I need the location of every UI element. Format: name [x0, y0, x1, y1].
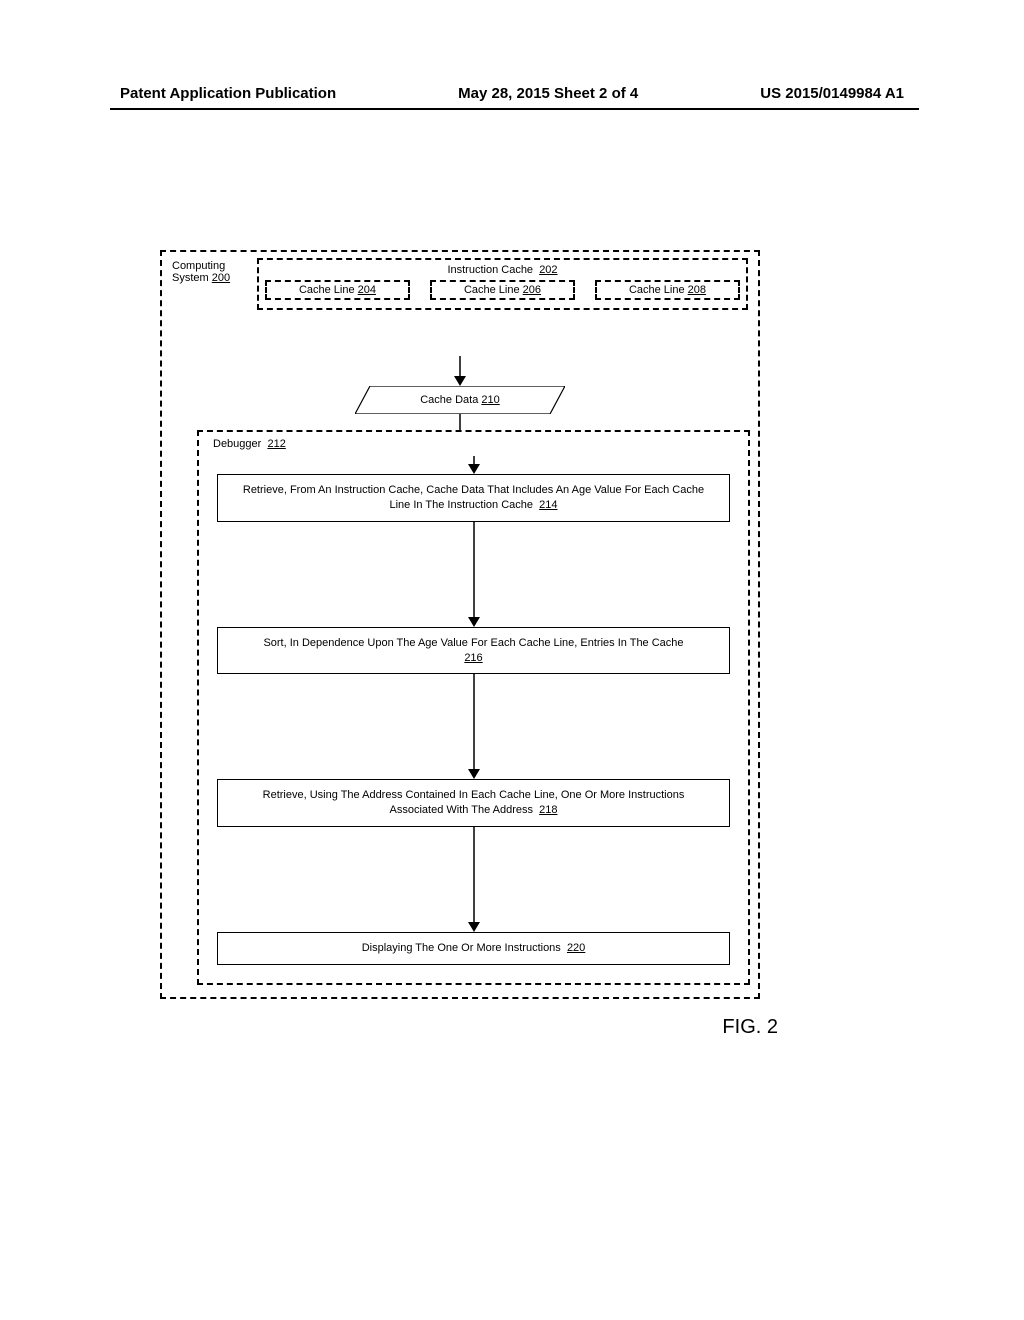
step-220: Displaying The One Or More Instructions …	[217, 932, 730, 965]
step-text: Retrieve, From An Instruction Cache, Cac…	[243, 484, 704, 511]
debugger-label: Debugger 212	[213, 438, 734, 450]
instruction-cache-title: Instruction Cache 202	[265, 264, 740, 276]
cache-line-ref: 208	[688, 284, 706, 296]
header-center: May 28, 2015 Sheet 2 of 4	[458, 85, 638, 102]
step-214: Retrieve, From An Instruction Cache, Cac…	[217, 474, 730, 522]
cache-data-label: Cache Data 210	[355, 386, 565, 414]
instruction-cache-label: Instruction Cache	[447, 264, 533, 276]
debugger-ref: 212	[267, 438, 285, 450]
arrow-down-icon	[213, 674, 734, 779]
header-right: US 2015/0149984 A1	[760, 85, 904, 102]
step-text: Retrieve, Using The Address Contained In…	[263, 789, 685, 816]
step-216: Sort, In Dependence Upon The Age Value F…	[217, 627, 730, 675]
step-text: Displaying The One Or More Instructions	[362, 942, 561, 954]
cache-line-ref: 206	[523, 284, 541, 296]
arrow-down-icon	[213, 456, 734, 474]
cache-data-shape: Cache Data 210	[172, 386, 748, 414]
cs-label-line2: System	[172, 272, 209, 284]
step-text: Sort, In Dependence Upon The Age Value F…	[263, 637, 683, 649]
arrow-down-icon	[213, 522, 734, 627]
cs-label-line1: Computing	[172, 260, 225, 272]
header-rule	[110, 108, 919, 110]
instruction-cache-box: Instruction Cache 202 Cache Line 204 Cac…	[257, 258, 748, 310]
cache-data-ref: 210	[481, 394, 499, 406]
step-ref: 220	[567, 942, 585, 954]
arrow-down-icon	[172, 356, 748, 386]
computing-system-box: Computing System 200 Instruction Cache 2…	[160, 250, 760, 999]
step-ref: 214	[539, 499, 557, 511]
step-ref: 218	[539, 804, 557, 816]
header-left: Patent Application Publication	[120, 85, 336, 102]
debugger-box: Debugger 212 Retrieve, From An Instructi…	[197, 430, 750, 985]
patent-page: Patent Application Publication May 28, 2…	[0, 0, 1024, 1320]
cache-line-204: Cache Line 204	[265, 280, 410, 300]
cache-data-text: Cache Data	[420, 394, 478, 406]
cache-line-label: Cache Line	[299, 284, 355, 296]
page-header: Patent Application Publication May 28, 2…	[0, 85, 1024, 102]
cache-line-206: Cache Line 206	[430, 280, 575, 300]
cache-line-208: Cache Line 208	[595, 280, 740, 300]
cache-line-ref: 204	[358, 284, 376, 296]
debugger-text: Debugger	[213, 438, 261, 450]
arrow-down-icon	[213, 827, 734, 932]
cache-line-label: Cache Line	[464, 284, 520, 296]
cache-line-label: Cache Line	[629, 284, 685, 296]
step-ref: 216	[464, 652, 482, 664]
cs-ref: 200	[212, 272, 230, 284]
diagram: Computing System 200 Instruction Cache 2…	[160, 250, 760, 999]
figure-label: FIG. 2	[722, 1016, 778, 1039]
cache-lines-row: Cache Line 204 Cache Line 206 Cache Line…	[265, 280, 740, 300]
step-218: Retrieve, Using The Address Contained In…	[217, 779, 730, 827]
instruction-cache-ref: 202	[539, 264, 557, 276]
